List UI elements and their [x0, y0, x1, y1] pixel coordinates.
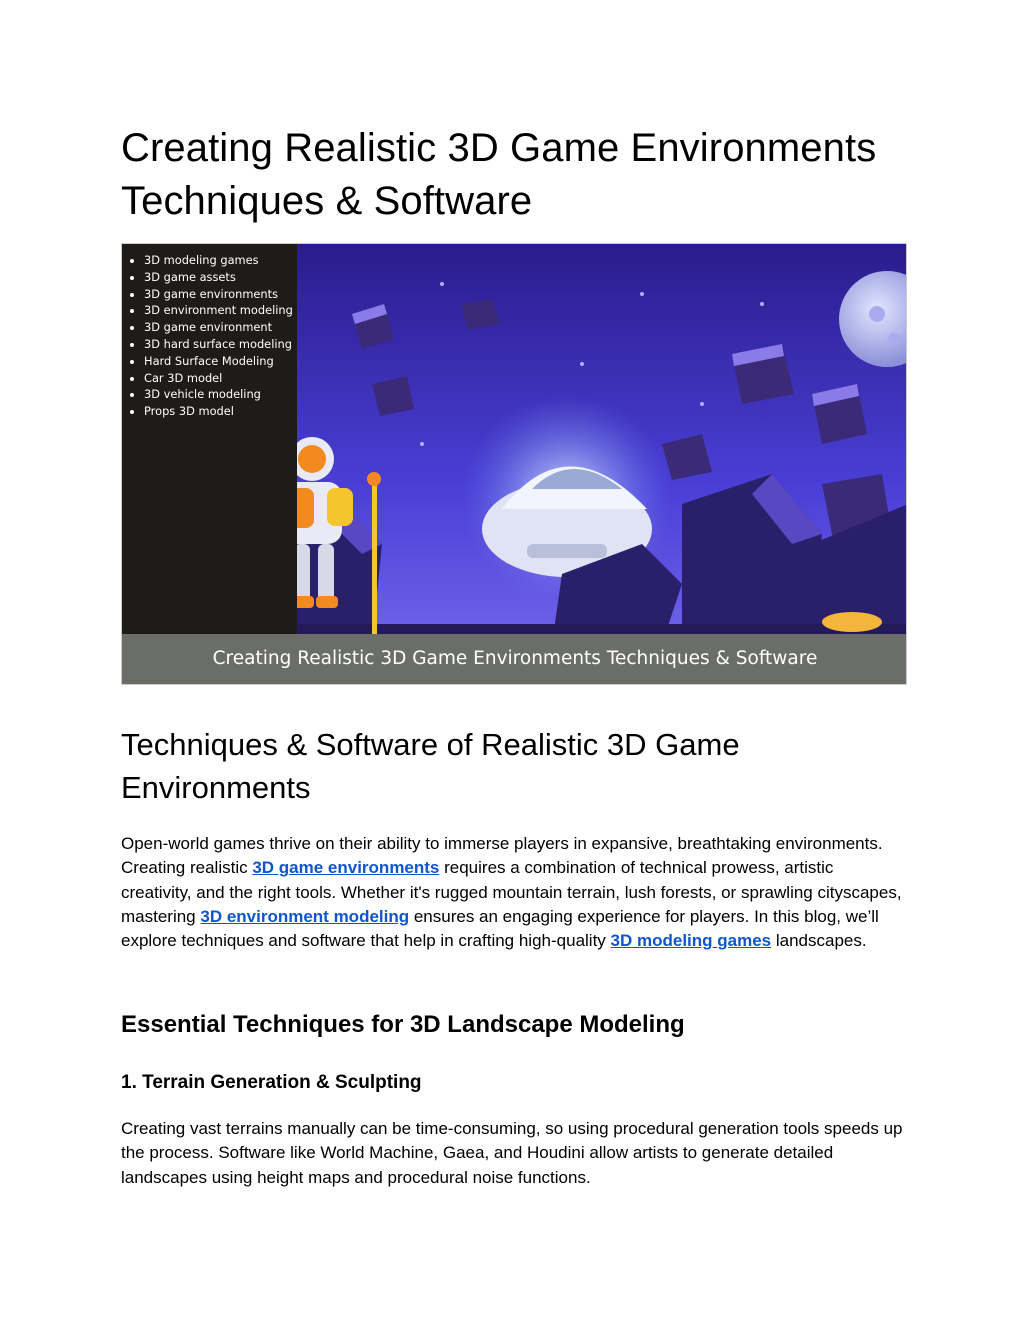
- intro-text: landscapes.: [771, 931, 867, 951]
- hero-tag: 3D game environment: [144, 319, 297, 336]
- section-heading: Techniques & Software of Realistic 3D Ga…: [121, 727, 740, 805]
- document-title: Creating Realistic 3D Game Environments …: [121, 126, 877, 223]
- link-3d-modeling-games[interactable]: 3D modeling games: [611, 931, 772, 950]
- hero-tag: 3D environment modeling: [144, 302, 297, 319]
- terrain-paragraph: Creating vast terrains manually can be t…: [121, 1119, 903, 1187]
- intro-paragraph: Open-world games thrive on their ability…: [121, 832, 907, 953]
- hero-image: 3D modeling games 3D game assets 3D game…: [121, 243, 907, 685]
- hero-tag: Car 3D model: [144, 370, 297, 387]
- hero-tag: 3D game assets: [144, 269, 297, 286]
- subheading-terrain: 1. Terrain Generation & Sculpting: [121, 1072, 422, 1093]
- link-3d-environment-modeling[interactable]: 3D environment modeling: [200, 907, 409, 926]
- hero-tag: 3D hard surface modeling: [144, 336, 297, 353]
- hero-tag: 3D vehicle modeling: [144, 386, 297, 403]
- techniques-heading: Essential Techniques for 3D Landscape Mo…: [121, 1011, 685, 1038]
- hero-tag: 3D game environments: [144, 286, 297, 303]
- hero-tag-panel: 3D modeling games 3D game assets 3D game…: [122, 244, 297, 637]
- hero-tag: Props 3D model: [144, 403, 297, 420]
- hero-caption: Creating Realistic 3D Game Environments …: [122, 634, 906, 684]
- link-3d-game-environments[interactable]: 3D game environments: [252, 858, 439, 877]
- hero-tag: Hard Surface Modeling: [144, 353, 297, 370]
- hero-tag-list: 3D modeling games 3D game assets 3D game…: [132, 252, 297, 420]
- hero-tag: 3D modeling games: [144, 252, 297, 269]
